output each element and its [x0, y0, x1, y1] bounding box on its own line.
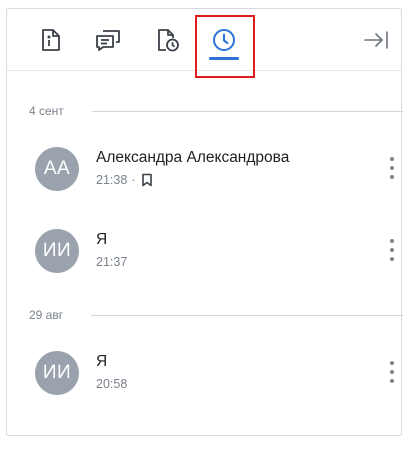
more-options-icon[interactable] — [383, 155, 401, 181]
collapse-right-icon — [364, 31, 388, 49]
history-entry[interactable]: ИИ Я 20:58 — [35, 347, 395, 403]
entry-time: 20:58 — [96, 377, 128, 391]
date-separator: 4 сент — [29, 102, 403, 120]
date-label: 29 авг — [29, 308, 64, 322]
author-name: Александра Александрова — [96, 149, 290, 166]
tab-versions[interactable] — [151, 23, 185, 57]
entry-time: 21:37 — [96, 255, 128, 269]
entry-meta: 21:37 — [96, 255, 127, 269]
author-name: Я — [96, 353, 108, 370]
meta-separator: · — [131, 173, 136, 187]
divider — [91, 110, 403, 112]
avatar: ИИ — [35, 351, 79, 395]
date-label: 4 сент — [29, 104, 64, 118]
tab-comments[interactable] — [91, 23, 125, 57]
highlight-box — [195, 15, 255, 78]
date-separator: 29 авг — [29, 306, 403, 324]
file-info-icon — [42, 29, 60, 51]
avatar: АА — [35, 147, 79, 191]
more-options-icon[interactable] — [383, 237, 401, 263]
entry-meta: 20:58 — [96, 377, 127, 391]
bookmark-icon[interactable] — [141, 173, 153, 187]
history-entry[interactable]: ИИ Я 21:37 — [35, 225, 395, 281]
chat-bubbles-icon — [96, 30, 120, 51]
avatar: ИИ — [35, 229, 79, 273]
history-panel: 4 сент АА Александра Александрова 21:38 … — [6, 8, 403, 436]
document-clock-icon — [158, 29, 179, 52]
entry-time: 21:38 — [96, 173, 128, 187]
history-entry[interactable]: АА Александра Александрова 21:38 · — [35, 143, 395, 199]
tab-bar — [7, 9, 401, 78]
author-name: Я — [96, 231, 108, 248]
divider — [91, 314, 403, 316]
collapse-panel-button[interactable] — [361, 25, 391, 55]
entry-meta: 21:38 · — [96, 173, 153, 187]
more-options-icon[interactable] — [383, 359, 401, 385]
tab-info[interactable] — [34, 23, 68, 57]
